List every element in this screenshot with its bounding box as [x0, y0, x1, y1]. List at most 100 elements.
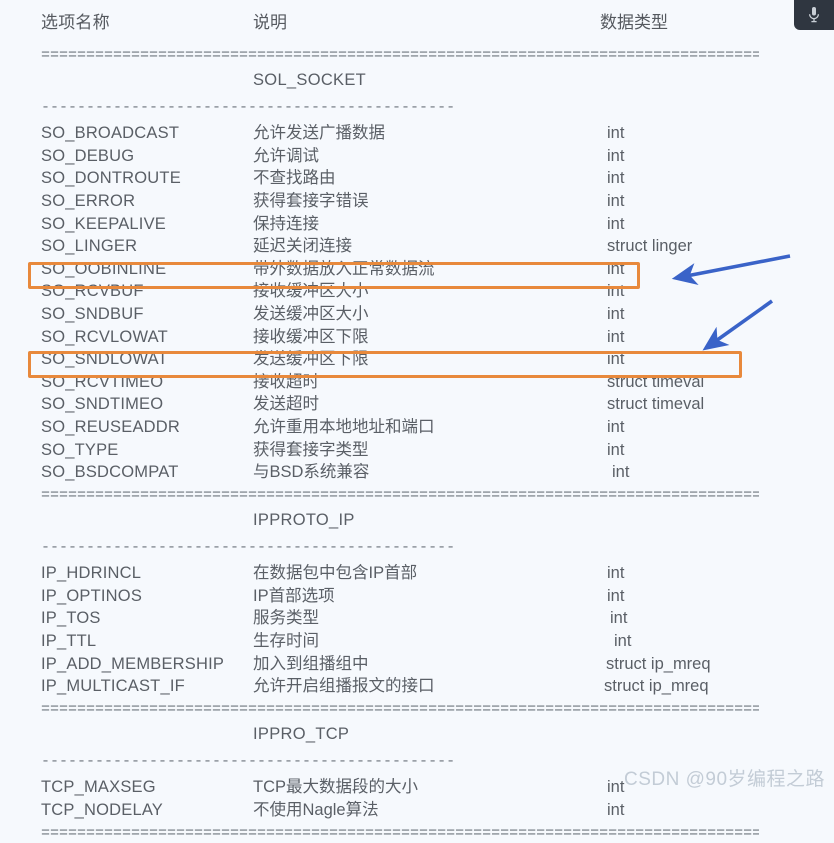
section-title-sol-socket: SOL_SOCKET [0, 69, 834, 92]
option-type: int [607, 304, 625, 323]
table-row: SO_DONTROUTE 不查找路由 int [0, 167, 834, 190]
option-name: SO_LINGER [41, 237, 138, 256]
option-name: IP_MULTICAST_IF [41, 677, 185, 696]
csdn-watermark: CSDN @90岁编程之路 [624, 769, 826, 790]
table-row: TCP_NODELAY 不使用Nagle算法 int [0, 799, 834, 822]
divider-glyphs: ========================================… [41, 700, 759, 718]
section-title-text: SOL_SOCKET [253, 70, 367, 89]
table-row: SO_REUSEADDR 允许重用本地地址和端口 int [0, 416, 834, 439]
divider-glyphs: ----------------------------------------… [41, 539, 453, 557]
option-type: int [607, 259, 625, 278]
option-description: TCP最大数据段的大小 [253, 778, 418, 797]
microphone-icon [807, 6, 821, 24]
table-row: SO_DEBUG 允许调试 int [0, 145, 834, 168]
option-type: struct ip_mreq [606, 654, 711, 673]
table-row: SO_BROADCAST 允许发送广播数据 int [0, 122, 834, 145]
microphone-badge[interactable] [794, 0, 834, 30]
option-description: 与BSD系统兼容 [253, 463, 370, 482]
option-name: SO_DEBUG [41, 146, 135, 165]
table-row-highlighted: SO_RCVBUF 接收缓冲区大小 int [0, 280, 834, 303]
option-name: IP_TOS [41, 609, 101, 628]
section-title-text: IPPROTO_IP [253, 510, 355, 529]
option-type: struct ip_mreq [604, 677, 709, 696]
divider-equals: ========================================… [0, 46, 834, 65]
option-name: SO_DONTROUTE [41, 169, 181, 188]
table-row: SO_SNDTIMEO 发送超时 struct timeval [0, 393, 834, 416]
option-description: 保持连接 [253, 214, 319, 233]
option-name: SO_RCVTIMEO [41, 372, 164, 391]
option-type: int [607, 169, 625, 188]
option-type: int [610, 609, 628, 628]
option-name: IP_TTL [41, 632, 97, 651]
table-row: SO_TYPE 获得套接字类型 int [0, 439, 834, 462]
table-row: IP_HDRINCL 在数据包中包含IP首部 int [0, 562, 834, 585]
table-row: IP_MULTICAST_IF 允许开启组播报文的接口 struct ip_mr… [0, 675, 834, 698]
option-name: IP_ADD_MEMBERSHIP [41, 654, 225, 673]
divider-equals: ========================================… [0, 700, 834, 719]
table-row: SO_BSDCOMPAT 与BSD系统兼容 int [0, 461, 834, 484]
option-description: 允许重用本地地址和端口 [253, 417, 435, 436]
divider-glyphs: ========================================… [41, 824, 759, 842]
table-row-highlighted: SO_RCVTIMEO 接收超时 struct timeval [0, 371, 834, 394]
divider-glyphs: ----------------------------------------… [41, 99, 453, 117]
socket-options-table: 选项名称 说明 数据类型 ===========================… [0, 0, 834, 843]
option-name: SO_REUSEADDR [41, 417, 181, 436]
table-row: SO_ERROR 获得套接字错误 int [0, 190, 834, 213]
table-row: SO_RCVLOWAT 接收缓冲区下限 int [0, 326, 834, 349]
table-row: SO_SNDBUF 发送缓冲区大小 int [0, 303, 834, 326]
option-name: SO_ERROR [41, 191, 136, 210]
option-name: IP_HDRINCL [41, 564, 142, 583]
option-description: 接收缓冲区下限 [253, 327, 369, 346]
table-row: SO_OOBINLINE 带外数据放入正常数据流 int [0, 258, 834, 281]
table-row: SO_LINGER 延迟关闭连接 struct linger [0, 235, 834, 258]
option-description: 发送缓冲区大小 [253, 304, 369, 323]
option-description: 接收缓冲区大小 [253, 282, 369, 301]
option-name: SO_BROADCAST [41, 124, 180, 143]
option-description: 延迟关闭连接 [253, 237, 352, 256]
option-type: struct timeval [607, 372, 705, 391]
option-name: SO_BSDCOMPAT [41, 463, 179, 482]
option-name: IP_OPTINOS [41, 586, 143, 605]
option-type: struct timeval [607, 395, 705, 414]
option-type: int [607, 191, 625, 210]
option-name: SO_RCVBUF [41, 282, 144, 301]
option-name: SO_SNDBUF [41, 304, 144, 323]
option-description: 不使用Nagle算法 [253, 801, 379, 820]
option-name: SO_RCVLOWAT [41, 327, 168, 346]
option-description: 允许开启组播报文的接口 [253, 677, 435, 696]
section-title-ipproto-ip: IPPROTO_IP [0, 509, 834, 532]
divider-glyphs: ----------------------------------------… [41, 753, 453, 771]
option-description: 不查找路由 [253, 169, 336, 188]
option-type: int [607, 282, 625, 301]
option-description: 允许调试 [253, 146, 319, 165]
option-name: SO_KEEPALIVE [41, 214, 166, 233]
option-type: int [607, 146, 625, 165]
option-name: SO_OOBINLINE [41, 259, 167, 278]
option-description: 获得套接字错误 [253, 191, 369, 210]
table-row: IP_TTL 生存时间 int [0, 630, 834, 653]
option-name: TCP_NODELAY [41, 801, 164, 820]
option-type: int [607, 350, 625, 369]
table-header-row: 选项名称 说明 数据类型 [0, 12, 834, 35]
option-description: 接收超时 [253, 372, 319, 391]
option-description: 服务类型 [253, 609, 319, 628]
option-name: SO_SNDLOWAT [41, 350, 168, 369]
header-option-name: 选项名称 [41, 13, 110, 32]
option-type: int [607, 214, 625, 233]
table-row: SO_KEEPALIVE 保持连接 int [0, 213, 834, 236]
option-description: IP首部选项 [253, 586, 335, 605]
option-type: int [607, 801, 625, 820]
document-page: 选项名称 说明 数据类型 ===========================… [0, 0, 834, 842]
section-title-ippro-tcp: IPPRO_TCP [0, 723, 834, 746]
option-type: int [607, 417, 625, 436]
option-type: int [607, 440, 625, 459]
option-name: SO_SNDTIMEO [41, 395, 164, 414]
option-description: 加入到组播组中 [253, 654, 369, 673]
option-type: int [614, 632, 632, 651]
option-type: int [612, 463, 630, 482]
divider-equals: ========================================… [0, 486, 834, 505]
option-type: int [607, 778, 625, 797]
option-description: 带外数据放入正常数据流 [253, 259, 435, 278]
header-data-type: 数据类型 [600, 13, 668, 32]
option-description: 在数据包中包含IP首部 [253, 564, 418, 583]
